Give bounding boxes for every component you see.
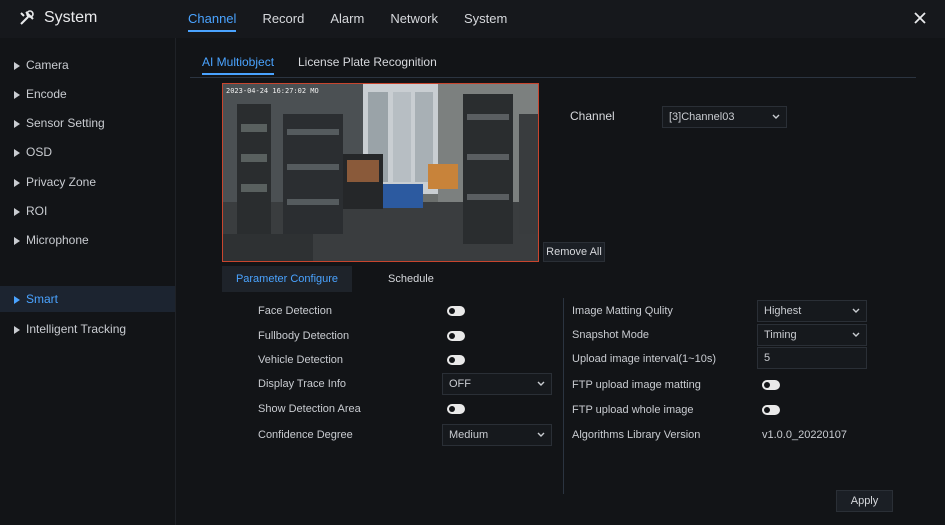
camera-preview[interactable]: 2023-04-24 16:27:02 MO <box>222 83 539 262</box>
app-window: System Channel Record Alarm Network Syst… <box>0 0 945 525</box>
image-matting-quality-select[interactable]: Highest <box>757 300 867 322</box>
display-trace-info-label: Display Trace Info <box>258 378 347 390</box>
tab-channel[interactable]: Channel <box>188 0 237 38</box>
triangle-icon <box>14 91 20 99</box>
sidebar-item-intelligent-tracking[interactable]: Intelligent Tracking <box>14 316 169 342</box>
sidebar-item-label: Sensor Setting <box>26 116 105 130</box>
app-title: System <box>18 9 97 27</box>
snapshot-mode-value: Timing <box>764 329 797 341</box>
sidebar-item-osd[interactable]: OSD <box>14 139 169 165</box>
sidebar-item-smart[interactable]: Smart <box>0 286 175 312</box>
triangle-icon <box>14 296 20 304</box>
channel-label: Channel <box>570 109 615 123</box>
sidebar-item-label: Privacy Zone <box>26 175 97 189</box>
camera-scene-image <box>223 84 538 261</box>
subtab-license-plate-recognition[interactable]: License Plate Recognition <box>298 55 437 69</box>
sidebar-item-privacy-zone[interactable]: Privacy Zone <box>14 169 169 195</box>
confidence-degree-label: Confidence Degree <box>258 429 353 441</box>
sidebar-item-label: Smart <box>26 292 59 306</box>
tab-schedule[interactable]: Schedule <box>388 266 448 292</box>
sidebar-item-encode[interactable]: Encode <box>14 81 169 107</box>
sidebar-item-label: OSD <box>26 145 53 159</box>
display-trace-info-select[interactable]: OFF <box>442 373 552 395</box>
channel-select-value: [3]Channel03 <box>669 111 735 123</box>
ftp-upload-matting-label: FTP upload image matting <box>572 379 701 391</box>
app-title-text: System <box>44 9 98 26</box>
tab-network[interactable]: Network <box>390 0 438 38</box>
chevron-down-icon <box>852 308 860 313</box>
ftp-upload-whole-image-label: FTP upload whole image <box>572 404 694 416</box>
upload-interval-label: Upload image interval(1~10s) <box>572 353 716 365</box>
image-matting-quality-label: Image Matting Qulity <box>572 305 673 317</box>
chevron-down-icon <box>772 114 780 119</box>
ftp-upload-whole-image-toggle[interactable] <box>762 405 780 415</box>
vehicle-detection-label: Vehicle Detection <box>258 354 343 366</box>
triangle-icon <box>14 326 20 334</box>
confidence-degree-value: Medium <box>449 429 489 441</box>
sidebar-item-label: Microphone <box>26 233 89 247</box>
ftp-upload-matting-toggle[interactable] <box>762 380 780 390</box>
show-detection-area-toggle[interactable] <box>447 404 465 414</box>
top-bar: System Channel Record Alarm Network Syst… <box>0 0 945 38</box>
sidebar-item-label: Intelligent Tracking <box>26 322 127 336</box>
triangle-icon <box>14 208 20 216</box>
remove-all-button[interactable]: Remove All <box>543 242 605 262</box>
triangle-icon <box>14 237 20 245</box>
algorithms-library-version-value: v1.0.0_20220107 <box>762 429 848 441</box>
sidebar-item-sensor-setting[interactable]: Sensor Setting <box>14 110 169 136</box>
tools-icon <box>20 10 34 25</box>
subtab-bar: AI Multiobject License Plate Recognition <box>190 55 916 78</box>
triangle-icon <box>14 149 20 157</box>
tab-record[interactable]: Record <box>262 0 304 38</box>
column-divider <box>563 298 564 494</box>
confidence-degree-select[interactable]: Medium <box>442 424 552 446</box>
apply-button[interactable]: Apply <box>836 490 893 512</box>
sidebar: Camera Encode Sensor Setting OSD Privacy… <box>0 38 176 525</box>
algorithms-library-version-label: Algorithms Library Version <box>572 429 701 441</box>
upload-interval-input[interactable]: 5 <box>757 347 867 369</box>
triangle-icon <box>14 62 20 70</box>
close-icon[interactable] <box>911 9 929 27</box>
face-detection-label: Face Detection <box>258 305 332 317</box>
subtab-ai-multiobject[interactable]: AI Multiobject <box>202 55 275 75</box>
video-timestamp: 2023-04-24 16:27:02 MO <box>226 87 319 95</box>
sidebar-item-label: ROI <box>26 204 48 218</box>
sidebar-item-microphone[interactable]: Microphone <box>14 227 169 253</box>
sidebar-item-label: Camera <box>26 58 69 72</box>
sidebar-item-roi[interactable]: ROI <box>14 198 169 224</box>
tab-system[interactable]: System <box>464 0 507 38</box>
tab-parameter-configure[interactable]: Parameter Configure <box>222 266 352 292</box>
snapshot-mode-select[interactable]: Timing <box>757 324 867 346</box>
snapshot-mode-label: Snapshot Mode <box>572 329 650 341</box>
triangle-icon <box>14 120 20 128</box>
fullbody-detection-toggle[interactable] <box>447 331 465 341</box>
fullbody-detection-label: Fullbody Detection <box>258 330 350 342</box>
tab-alarm[interactable]: Alarm <box>330 0 364 38</box>
chevron-down-icon <box>537 432 545 437</box>
chevron-down-icon <box>852 332 860 337</box>
image-matting-quality-value: Highest <box>764 305 802 317</box>
chevron-down-icon <box>537 381 545 386</box>
channel-select[interactable]: [3]Channel03 <box>662 106 787 128</box>
triangle-icon <box>14 179 20 187</box>
top-tabs: Channel Record Alarm Network System <box>188 0 507 38</box>
sidebar-item-label: Encode <box>26 87 67 101</box>
face-detection-toggle[interactable] <box>447 306 465 316</box>
display-trace-info-value: OFF <box>449 378 471 390</box>
vehicle-detection-toggle[interactable] <box>447 355 465 365</box>
show-detection-area-label: Show Detection Area <box>258 403 361 415</box>
sidebar-item-camera[interactable]: Camera <box>14 52 169 78</box>
